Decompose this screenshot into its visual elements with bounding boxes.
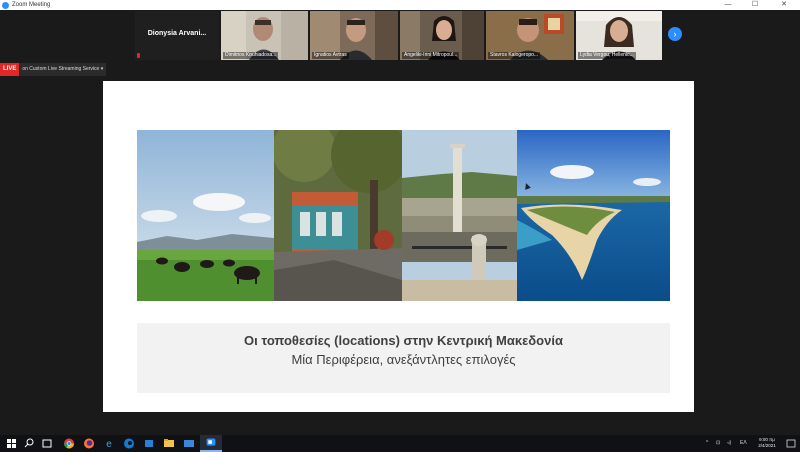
slide-subtitle: Μία Περιφέρεια, ανεξάντλητες επιλογές xyxy=(291,352,516,367)
mic-muted-icon xyxy=(137,53,140,58)
photo-buffalo-field xyxy=(137,130,274,301)
participant-name: Stavros Kalogeropo... xyxy=(488,52,541,59)
photo-ancient-column xyxy=(402,130,517,301)
live-service-label: on Custom Live Streaming Service ▾ xyxy=(19,63,107,76)
clock-date: 2/4/2021 xyxy=(758,443,776,448)
windows-start-icon[interactable] xyxy=(2,435,20,452)
live-stream-indicator[interactable]: LIVE on Custom Live Streaming Service ▾ xyxy=(0,63,107,76)
network-icon[interactable]: ⊡ xyxy=(716,435,720,452)
participant-video-tile[interactable]: Lydia Vergou, Hellenic... xyxy=(576,11,662,60)
shared-screen-slide: Οι τοποθεσίες (locations) στην Κεντρική … xyxy=(103,81,694,412)
tray-overflow-icon[interactable]: ^ xyxy=(706,435,708,452)
store-icon[interactable] xyxy=(140,435,158,452)
participant-name: Ignatios Avtras xyxy=(312,52,349,59)
zoom-taskbar-icon[interactable] xyxy=(200,435,222,452)
chrome-icon[interactable] xyxy=(60,435,78,452)
chevron-down-icon[interactable]: ▾ xyxy=(101,66,104,72)
file-explorer-icon[interactable] xyxy=(160,435,178,452)
notifications-icon[interactable] xyxy=(782,435,800,452)
next-page-button[interactable]: › xyxy=(668,27,682,41)
participant-name-large: Dionysia Arvani... xyxy=(147,30,207,37)
slide-caption-box: Οι τοποθεσίες (locations) στην Κεντρική … xyxy=(137,323,670,393)
live-service-text: on Custom Live Streaming Service xyxy=(22,66,100,72)
volume-icon[interactable]: ◃) xyxy=(727,435,731,452)
edge-icon[interactable] xyxy=(120,435,138,452)
minimize-button[interactable]: — xyxy=(718,0,738,10)
mail-icon[interactable] xyxy=(180,435,198,452)
photo-aerial-coastline xyxy=(517,130,670,301)
participant-video-tile[interactable]: Angeliki-Irini Mitropoul... xyxy=(400,11,484,60)
firefox-icon[interactable] xyxy=(80,435,98,452)
windows-taskbar: e ^ ⊡ ◃) ΕΛ 9:00 πμ 2/4/2021 xyxy=(0,435,800,452)
slide-photo-collage xyxy=(137,130,670,301)
participant-gallery: Dionysia Arvani... Dimitrios Kouhiadosa.… xyxy=(0,10,800,61)
participant-name: Angeliki-Irini Mitropoul... xyxy=(402,52,460,59)
language-indicator[interactable]: ΕΛ xyxy=(740,435,747,452)
task-view-icon[interactable] xyxy=(38,435,56,452)
participant-name: Lydia Vergou, Hellenic... xyxy=(578,52,636,59)
participant-video-tile[interactable]: Ignatios Avtras xyxy=(310,11,398,60)
ie-icon[interactable]: e xyxy=(100,435,118,452)
participant-name: Dimitrios Kouhiadosa... xyxy=(223,52,279,59)
slide-title: Οι τοποθεσίες (locations) στην Κεντρική … xyxy=(244,333,563,348)
participant-video-tile[interactable]: Stavros Kalogeropo... xyxy=(486,11,574,60)
taskbar-clock[interactable]: 9:00 πμ 2/4/2021 xyxy=(752,437,782,449)
participant-tile-name-only[interactable]: Dionysia Arvani... xyxy=(135,11,219,60)
participant-video-tile[interactable]: Dimitrios Kouhiadosa... xyxy=(221,11,308,60)
live-badge: LIVE xyxy=(0,63,20,76)
window-titlebar: Zoom Meeting — ☐ ✕ xyxy=(0,0,800,10)
photo-village-cafe xyxy=(274,130,402,301)
search-icon[interactable] xyxy=(20,435,38,452)
window-title: Zoom Meeting xyxy=(12,2,51,8)
svg-text:e: e xyxy=(106,439,112,450)
maximize-button[interactable]: ☐ xyxy=(745,0,765,10)
zoom-app-icon xyxy=(2,1,9,9)
close-button[interactable]: ✕ xyxy=(774,0,794,10)
